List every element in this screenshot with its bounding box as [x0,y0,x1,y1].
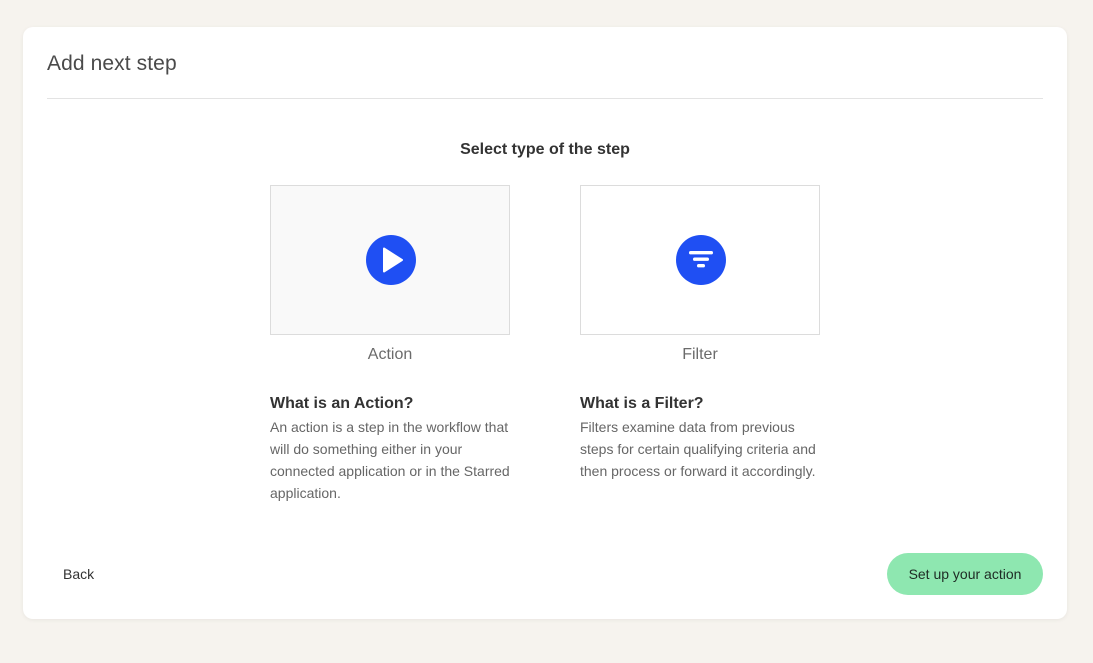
filter-description-body: Filters examine data from previous steps… [580,419,816,479]
set-up-action-button[interactable]: Set up your action [887,553,1043,595]
filter-description: What is a Filter? Filters examine data f… [580,395,825,482]
step-type-label-filter: Filter [682,346,718,363]
title-divider [47,98,1043,99]
filter-description-title: What is a Filter? [580,395,704,412]
step-type-card-action[interactable] [270,185,510,335]
modal-title: Add next step [47,52,177,75]
back-button[interactable]: Back [47,554,110,594]
filter-icon [676,235,726,285]
play-icon [366,235,416,285]
add-step-modal: Add next step Select type of the step Ac… [23,27,1067,619]
section-heading: Select type of the step [460,141,630,158]
step-type-label-action: Action [367,346,413,363]
action-description-body: An action is a step in the workflow that… [270,419,510,501]
step-type-card-filter[interactable] [580,185,820,335]
action-description-title: What is an Action? [270,395,414,412]
action-description: What is an Action? An action is a step i… [270,395,515,504]
